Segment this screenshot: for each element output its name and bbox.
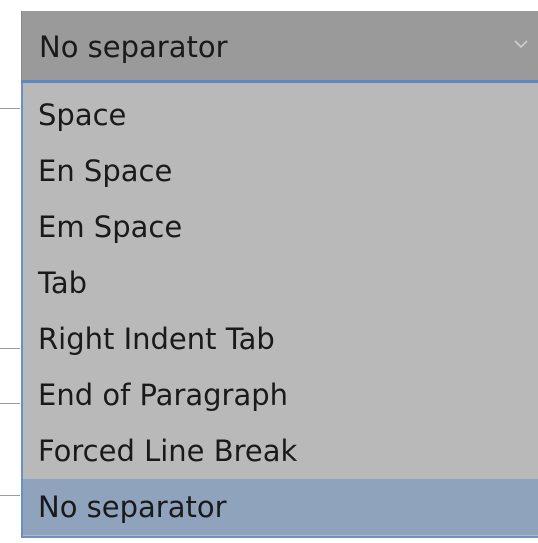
chevron-down-icon[interactable] xyxy=(514,39,528,49)
select-current-value: No separator xyxy=(39,30,228,64)
option-em-space[interactable]: Em Space xyxy=(23,199,538,255)
option-end-of-paragraph[interactable]: End of Paragraph xyxy=(23,367,538,423)
option-right-indent-tab[interactable]: Right Indent Tab xyxy=(23,311,538,367)
separator-select[interactable]: No separator xyxy=(21,11,538,80)
background-divider xyxy=(0,403,20,404)
background-divider xyxy=(0,495,20,496)
dropdown-list: Space En Space Em Space Tab Right Indent… xyxy=(21,83,538,538)
option-forced-line-break[interactable]: Forced Line Break xyxy=(23,423,538,479)
option-en-space[interactable]: En Space xyxy=(23,143,538,199)
background-divider xyxy=(0,108,20,109)
option-no-separator[interactable]: No separator xyxy=(23,479,538,535)
option-tab[interactable]: Tab xyxy=(23,255,538,311)
option-space[interactable]: Space xyxy=(23,87,538,143)
background-divider xyxy=(0,348,20,349)
